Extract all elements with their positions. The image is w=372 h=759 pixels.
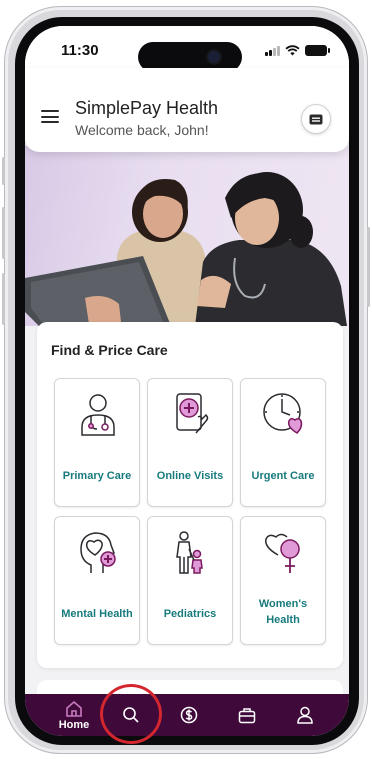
tile-womens-health[interactable]: Women's Health	[240, 516, 326, 645]
doctor-icon	[81, 394, 115, 436]
tile-label: Online Visits	[156, 470, 224, 482]
app-title: SimplePay Health	[75, 98, 219, 118]
head-heart-icon	[80, 532, 116, 573]
tab-label: Home	[58, 718, 90, 731]
tile-primary-care[interactable]: Primary Care	[54, 378, 140, 507]
id-card-button[interactable]	[301, 104, 331, 134]
mute-switch	[2, 157, 5, 185]
tile-urgent-care[interactable]: Urgent Care	[240, 378, 326, 507]
cellular-signal-icon	[265, 45, 280, 56]
briefcase-icon	[238, 707, 256, 723]
dollar-icon	[180, 706, 198, 724]
tab-benefits[interactable]	[222, 694, 272, 736]
profile-icon	[297, 706, 313, 724]
status-icons	[265, 45, 330, 56]
home-icon	[66, 700, 82, 717]
power-button	[367, 227, 370, 307]
tile-pediatrics[interactable]: Pediatrics	[147, 516, 233, 645]
search-tab-highlight-circle	[100, 684, 162, 744]
tab-profile[interactable]	[280, 694, 330, 736]
find-price-care-card: Find & Price Care Primary Care Online Vi…	[37, 322, 343, 668]
app-screen: 11:30 SimplePay Health Welcome back, Joh…	[25, 26, 349, 736]
hero-image	[25, 146, 349, 326]
phone-frame: 11:30 SimplePay Health Welcome back, Joh…	[2, 6, 370, 754]
tile-label: Women's Health	[258, 598, 308, 626]
camera-icon	[208, 51, 220, 63]
female-heart-icon	[265, 533, 300, 573]
card-title: Find & Price Care	[51, 342, 168, 358]
volume-down-button	[2, 273, 5, 325]
hamburger-menu-icon[interactable]	[41, 110, 59, 123]
tab-billing[interactable]	[164, 694, 214, 736]
phone-medical-icon	[176, 393, 209, 434]
id-card-icon	[309, 114, 323, 124]
clock-heart-icon	[263, 393, 303, 434]
tile-label: Primary Care	[62, 470, 132, 482]
tile-online-visits[interactable]: Online Visits	[147, 378, 233, 507]
phone-bezel: 11:30 SimplePay Health Welcome back, Joh…	[15, 17, 359, 745]
wifi-icon	[285, 45, 300, 56]
app-header: SimplePay Health Welcome back, John!	[25, 68, 349, 152]
tile-label: Urgent Care	[251, 470, 315, 482]
status-time: 11:30	[61, 42, 99, 59]
tile-mental-health[interactable]: Mental Health	[54, 516, 140, 645]
tile-label: Mental Health	[61, 608, 133, 620]
volume-up-button	[2, 207, 5, 259]
status-bar: 11:30	[25, 26, 349, 72]
tile-label: Pediatrics	[163, 608, 217, 620]
welcome-message: Welcome back, John!	[75, 122, 209, 138]
tab-home[interactable]: Home	[49, 694, 99, 736]
hero-photo-illustration	[25, 172, 347, 326]
battery-icon	[305, 45, 330, 56]
parent-child-icon	[176, 531, 203, 574]
bottom-tab-bar: Home	[25, 694, 349, 736]
